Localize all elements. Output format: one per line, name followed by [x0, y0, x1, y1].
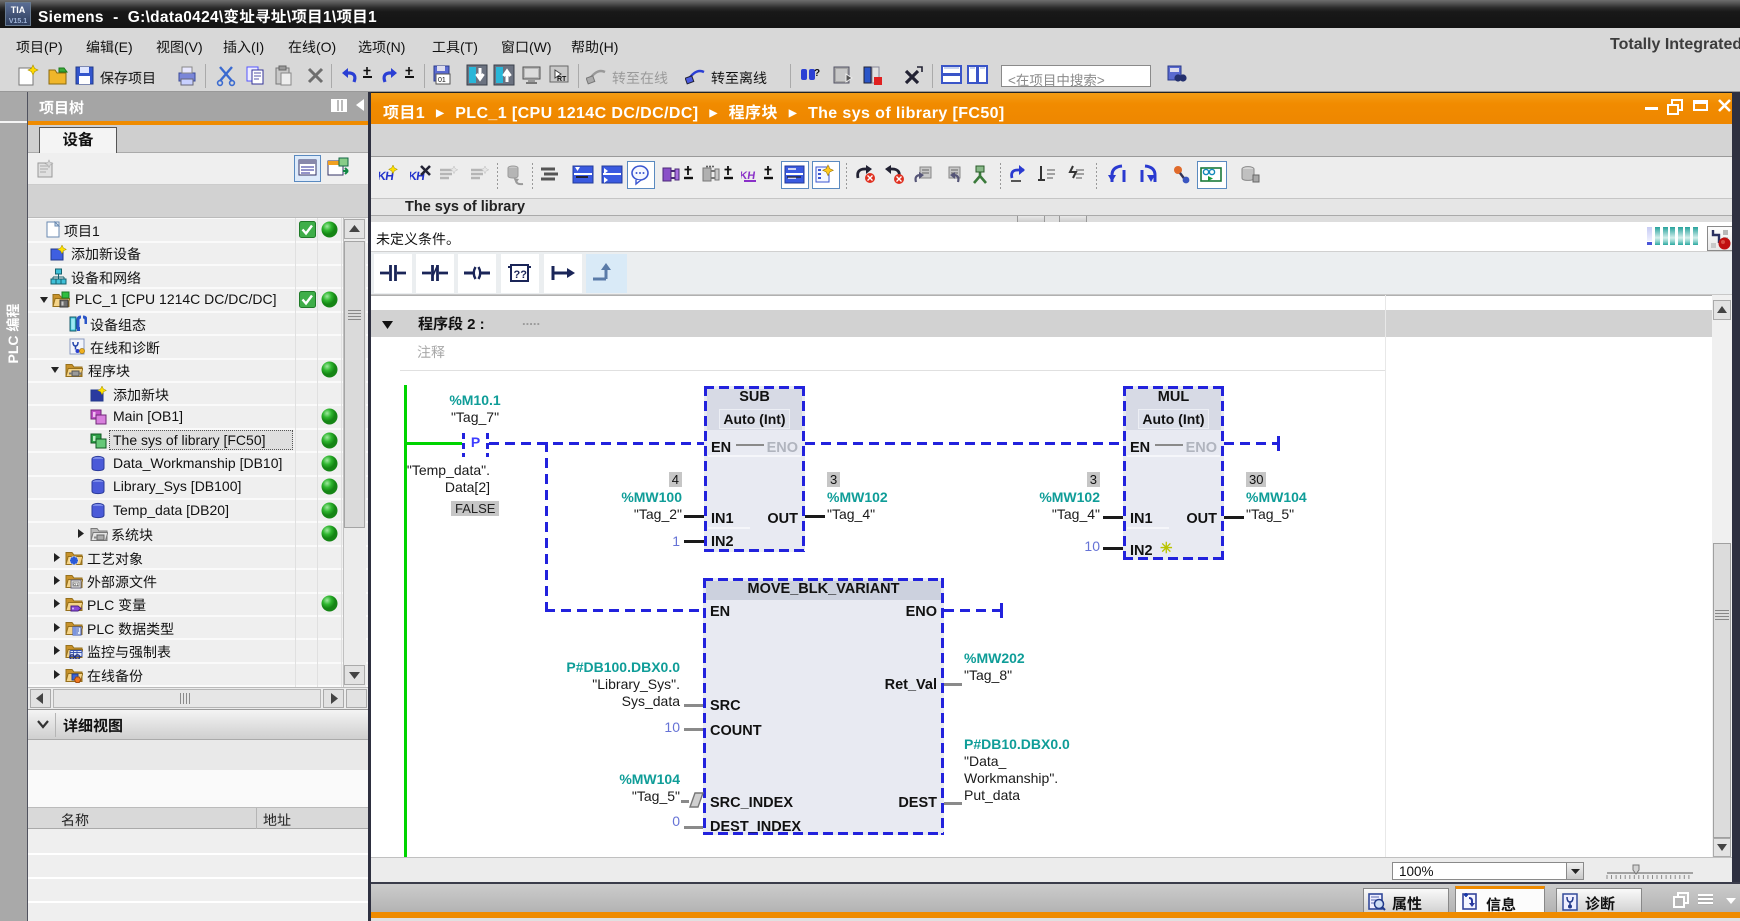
svg-text:RT: RT: [557, 76, 567, 83]
svg-text:01: 01: [438, 77, 446, 84]
svg-text:?: ?: [814, 68, 820, 79]
svg-text:01: 01: [74, 582, 80, 587]
svg-text:??: ??: [514, 269, 528, 281]
